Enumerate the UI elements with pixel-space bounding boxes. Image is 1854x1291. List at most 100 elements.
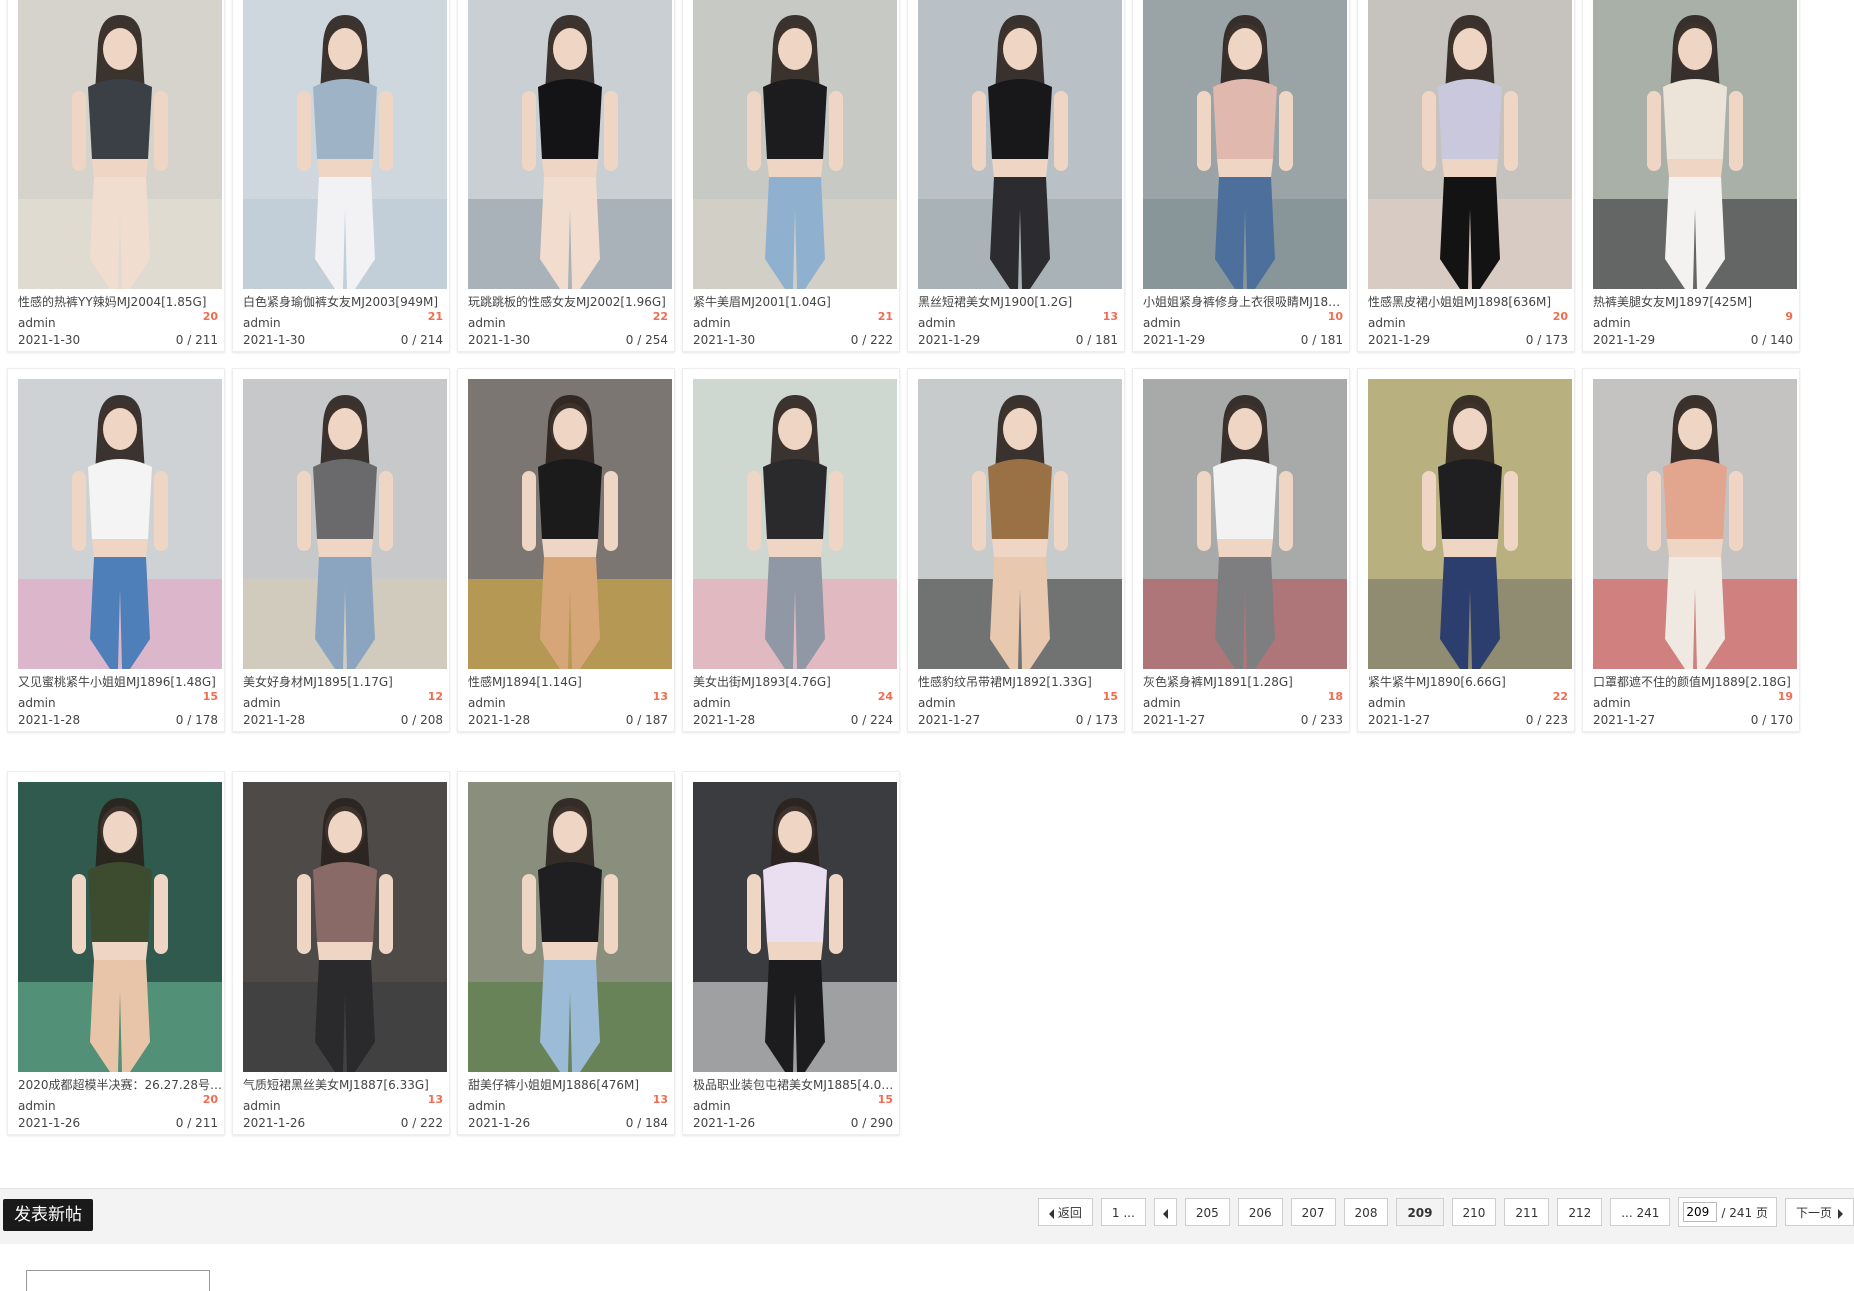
- page-jump-input[interactable]: [1683, 1202, 1718, 1222]
- thread-thumbnail[interactable]: [693, 0, 897, 289]
- thread-author[interactable]: admin: [1143, 316, 1181, 330]
- thread-card[interactable]: 紧牛美眉MJ2001[1.04G] admin 21 2021-1-30 0 / 222: [682, 0, 900, 352]
- thread-author[interactable]: admin: [918, 316, 956, 330]
- thread-card[interactable]: 热裤美腿女友MJ1897[425M] admin 9 2021-1-29 0 / 140: [1582, 0, 1800, 352]
- thread-author[interactable]: admin: [468, 1099, 506, 1113]
- thread-title[interactable]: 2020成都超模半决赛：26.27.28号…: [18, 1076, 222, 1093]
- thread-author[interactable]: admin: [1368, 316, 1406, 330]
- thread-thumbnail[interactable]: [468, 0, 672, 289]
- next-page-button[interactable]: 下一页: [1784, 1198, 1854, 1226]
- thread-title[interactable]: 黑丝短裙美女MJ1900[1.2G]: [918, 293, 1122, 310]
- thread-title[interactable]: 紧牛紧牛MJ1890[6.66G]: [1368, 673, 1572, 690]
- thread-card[interactable]: 性感黑皮裙小姐姐MJ1898[636M] admin 20 2021-1-29 0 / …: [1357, 0, 1575, 352]
- photo-placeholder-icon: [18, 782, 222, 1072]
- thread-card[interactable]: 玩跳跳板的性感女友MJ2002[1.96G] admin 22 2021-1-30 0 …: [457, 0, 675, 352]
- thread-author[interactable]: admin: [243, 1099, 281, 1113]
- thread-title[interactable]: 美女好身材MJ1895[1.17G]: [243, 673, 447, 690]
- thread-title[interactable]: 热裤美腿女友MJ1897[425M]: [1593, 293, 1797, 310]
- thread-author[interactable]: admin: [18, 1099, 56, 1113]
- thread-date: 2021-1-29: [1368, 333, 1431, 347]
- thread-thumbnail[interactable]: [918, 0, 1122, 289]
- thread-author[interactable]: admin: [693, 696, 731, 710]
- thread-thumbnail[interactable]: [1143, 379, 1347, 669]
- thread-card[interactable]: 甜美仔裤小姐姐MJ1886[476M] admin 13 2021-1-26 0 / 1…: [457, 771, 675, 1135]
- thread-thumbnail[interactable]: [1143, 0, 1347, 289]
- thread-card[interactable]: 气质短裙黑丝美女MJ1887[6.33G] admin 13 2021-1-26 0 /…: [232, 771, 450, 1135]
- first-page-link[interactable]: 1 ...: [1100, 1198, 1146, 1226]
- thread-thumbnail[interactable]: [18, 782, 222, 1072]
- thread-title[interactable]: 性感黑皮裙小姐姐MJ1898[636M]: [1368, 293, 1572, 310]
- thread-card[interactable]: 又见蜜桃紧牛小姐姐MJ1896[1.48G] admin 15 2021-1-28 0 …: [7, 368, 225, 732]
- page-link[interactable]: 205: [1184, 1198, 1230, 1226]
- thread-thumbnail[interactable]: [18, 379, 222, 669]
- thread-title[interactable]: 极品职业装包屯裙美女MJ1885[4.01…: [693, 1076, 897, 1093]
- thread-thumbnail[interactable]: [1593, 0, 1797, 289]
- thread-card[interactable]: 美女出街MJ1893[4.76G] admin 24 2021-1-28 0 / 224: [682, 368, 900, 732]
- thread-title[interactable]: 紧牛美眉MJ2001[1.04G]: [693, 293, 897, 310]
- thread-thumbnail[interactable]: [1593, 379, 1797, 669]
- thread-thumbnail[interactable]: [918, 379, 1122, 669]
- thread-card[interactable]: 口罩都遮不住的颜值MJ1889[2.18G] admin 19 2021-1-27 0 …: [1582, 368, 1800, 732]
- thread-card[interactable]: 灰色紧身裤MJ1891[1.28G] admin 18 2021-1-27 0 / 23…: [1132, 368, 1350, 732]
- thread-author[interactable]: admin: [468, 316, 506, 330]
- page-link[interactable]: 212: [1557, 1198, 1603, 1226]
- thread-title[interactable]: 小姐姐紧身裤修身上衣很吸睛MJ189…: [1143, 293, 1347, 310]
- thread-title[interactable]: 美女出街MJ1893[4.76G]: [693, 673, 897, 690]
- thread-author[interactable]: admin: [468, 696, 506, 710]
- thread-author[interactable]: admin: [693, 316, 731, 330]
- page-link[interactable]: 206: [1237, 1198, 1283, 1226]
- thread-card[interactable]: 2020成都超模半决赛：26.27.28号… admin 20 2021-1-26 0 …: [7, 771, 225, 1135]
- thread-title[interactable]: 甜美仔裤小姐姐MJ1886[476M]: [468, 1076, 672, 1093]
- thread-title[interactable]: 口罩都遮不住的颜值MJ1889[2.18G]: [1593, 673, 1797, 690]
- thread-author[interactable]: admin: [243, 316, 281, 330]
- thread-card[interactable]: 黑丝短裙美女MJ1900[1.2G] admin 13 2021-1-29 0 / 18…: [907, 0, 1125, 352]
- thread-card[interactable]: 紧牛紧牛MJ1890[6.66G] admin 22 2021-1-27 0 / 223: [1357, 368, 1575, 732]
- thread-author[interactable]: admin: [243, 696, 281, 710]
- thread-date: 2021-1-30: [18, 333, 81, 347]
- thread-author[interactable]: admin: [1593, 696, 1631, 710]
- thread-thumbnail[interactable]: [468, 379, 672, 669]
- page-link[interactable]: 207: [1290, 1198, 1336, 1226]
- thread-thumbnail[interactable]: [468, 782, 672, 1072]
- page-link[interactable]: 211: [1504, 1198, 1550, 1226]
- thread-title[interactable]: 性感的热裤YY辣妈MJ2004[1.85G]: [18, 293, 222, 310]
- thread-thumbnail[interactable]: [1368, 379, 1572, 669]
- thread-title[interactable]: 白色紧身瑜伽裤女友MJ2003[949M]: [243, 293, 447, 310]
- thread-author[interactable]: admin: [1368, 696, 1406, 710]
- thread-title[interactable]: 性感MJ1894[1.14G]: [468, 673, 672, 690]
- thread-stats: 0 / 290: [850, 1116, 893, 1130]
- thread-card[interactable]: 白色紧身瑜伽裤女友MJ2003[949M] admin 21 2021-1-30 0 /…: [232, 0, 450, 352]
- thread-title[interactable]: 气质短裙黑丝美女MJ1887[6.33G]: [243, 1076, 447, 1093]
- new-post-button[interactable]: 发表新帖: [3, 1199, 93, 1231]
- thread-author[interactable]: admin: [18, 696, 56, 710]
- thread-thumbnail[interactable]: [1368, 0, 1572, 289]
- thread-thumbnail[interactable]: [243, 379, 447, 669]
- thread-title[interactable]: 性感豹纹吊带裙MJ1892[1.33G]: [918, 673, 1122, 690]
- thread-thumbnail[interactable]: [243, 782, 447, 1072]
- thread-thumbnail[interactable]: [693, 782, 897, 1072]
- back-button[interactable]: 返回: [1037, 1198, 1093, 1226]
- thread-author[interactable]: admin: [18, 316, 56, 330]
- last-page-link[interactable]: ... 241: [1610, 1198, 1671, 1226]
- prev-page-button[interactable]: [1153, 1198, 1177, 1226]
- photo-placeholder-icon: [1368, 0, 1572, 289]
- thread-thumbnail[interactable]: [18, 0, 222, 289]
- thread-author[interactable]: admin: [918, 696, 956, 710]
- thread-author[interactable]: admin: [1143, 696, 1181, 710]
- page-link[interactable]: 210: [1451, 1198, 1497, 1226]
- thread-card[interactable]: 性感MJ1894[1.14G] admin 13 2021-1-28 0 / 187: [457, 368, 675, 732]
- current-page[interactable]: 209: [1396, 1198, 1444, 1226]
- thread-author[interactable]: admin: [693, 1099, 731, 1113]
- thread-thumbnail[interactable]: [243, 0, 447, 289]
- thread-card[interactable]: 美女好身材MJ1895[1.17G] admin 12 2021-1-28 0 / 20…: [232, 368, 450, 732]
- thread-title[interactable]: 又见蜜桃紧牛小姐姐MJ1896[1.48G]: [18, 673, 222, 690]
- thread-author[interactable]: admin: [1593, 316, 1631, 330]
- page-link[interactable]: 208: [1343, 1198, 1389, 1226]
- thread-title[interactable]: 灰色紧身裤MJ1891[1.28G]: [1143, 673, 1347, 690]
- thread-thumbnail[interactable]: [693, 379, 897, 669]
- thread-title[interactable]: 玩跳跳板的性感女友MJ2002[1.96G]: [468, 293, 672, 310]
- thread-card[interactable]: 性感豹纹吊带裙MJ1892[1.33G] admin 15 2021-1-27 0 / …: [907, 368, 1125, 732]
- thread-card[interactable]: 性感的热裤YY辣妈MJ2004[1.85G] admin 20 2021-1-30 0 …: [7, 0, 225, 352]
- thread-card[interactable]: 极品职业装包屯裙美女MJ1885[4.01… admin 15 2021-1-26 0 …: [682, 771, 900, 1135]
- thread-card[interactable]: 小姐姐紧身裤修身上衣很吸睛MJ189… admin 10 2021-1-29 0 / 1…: [1132, 0, 1350, 352]
